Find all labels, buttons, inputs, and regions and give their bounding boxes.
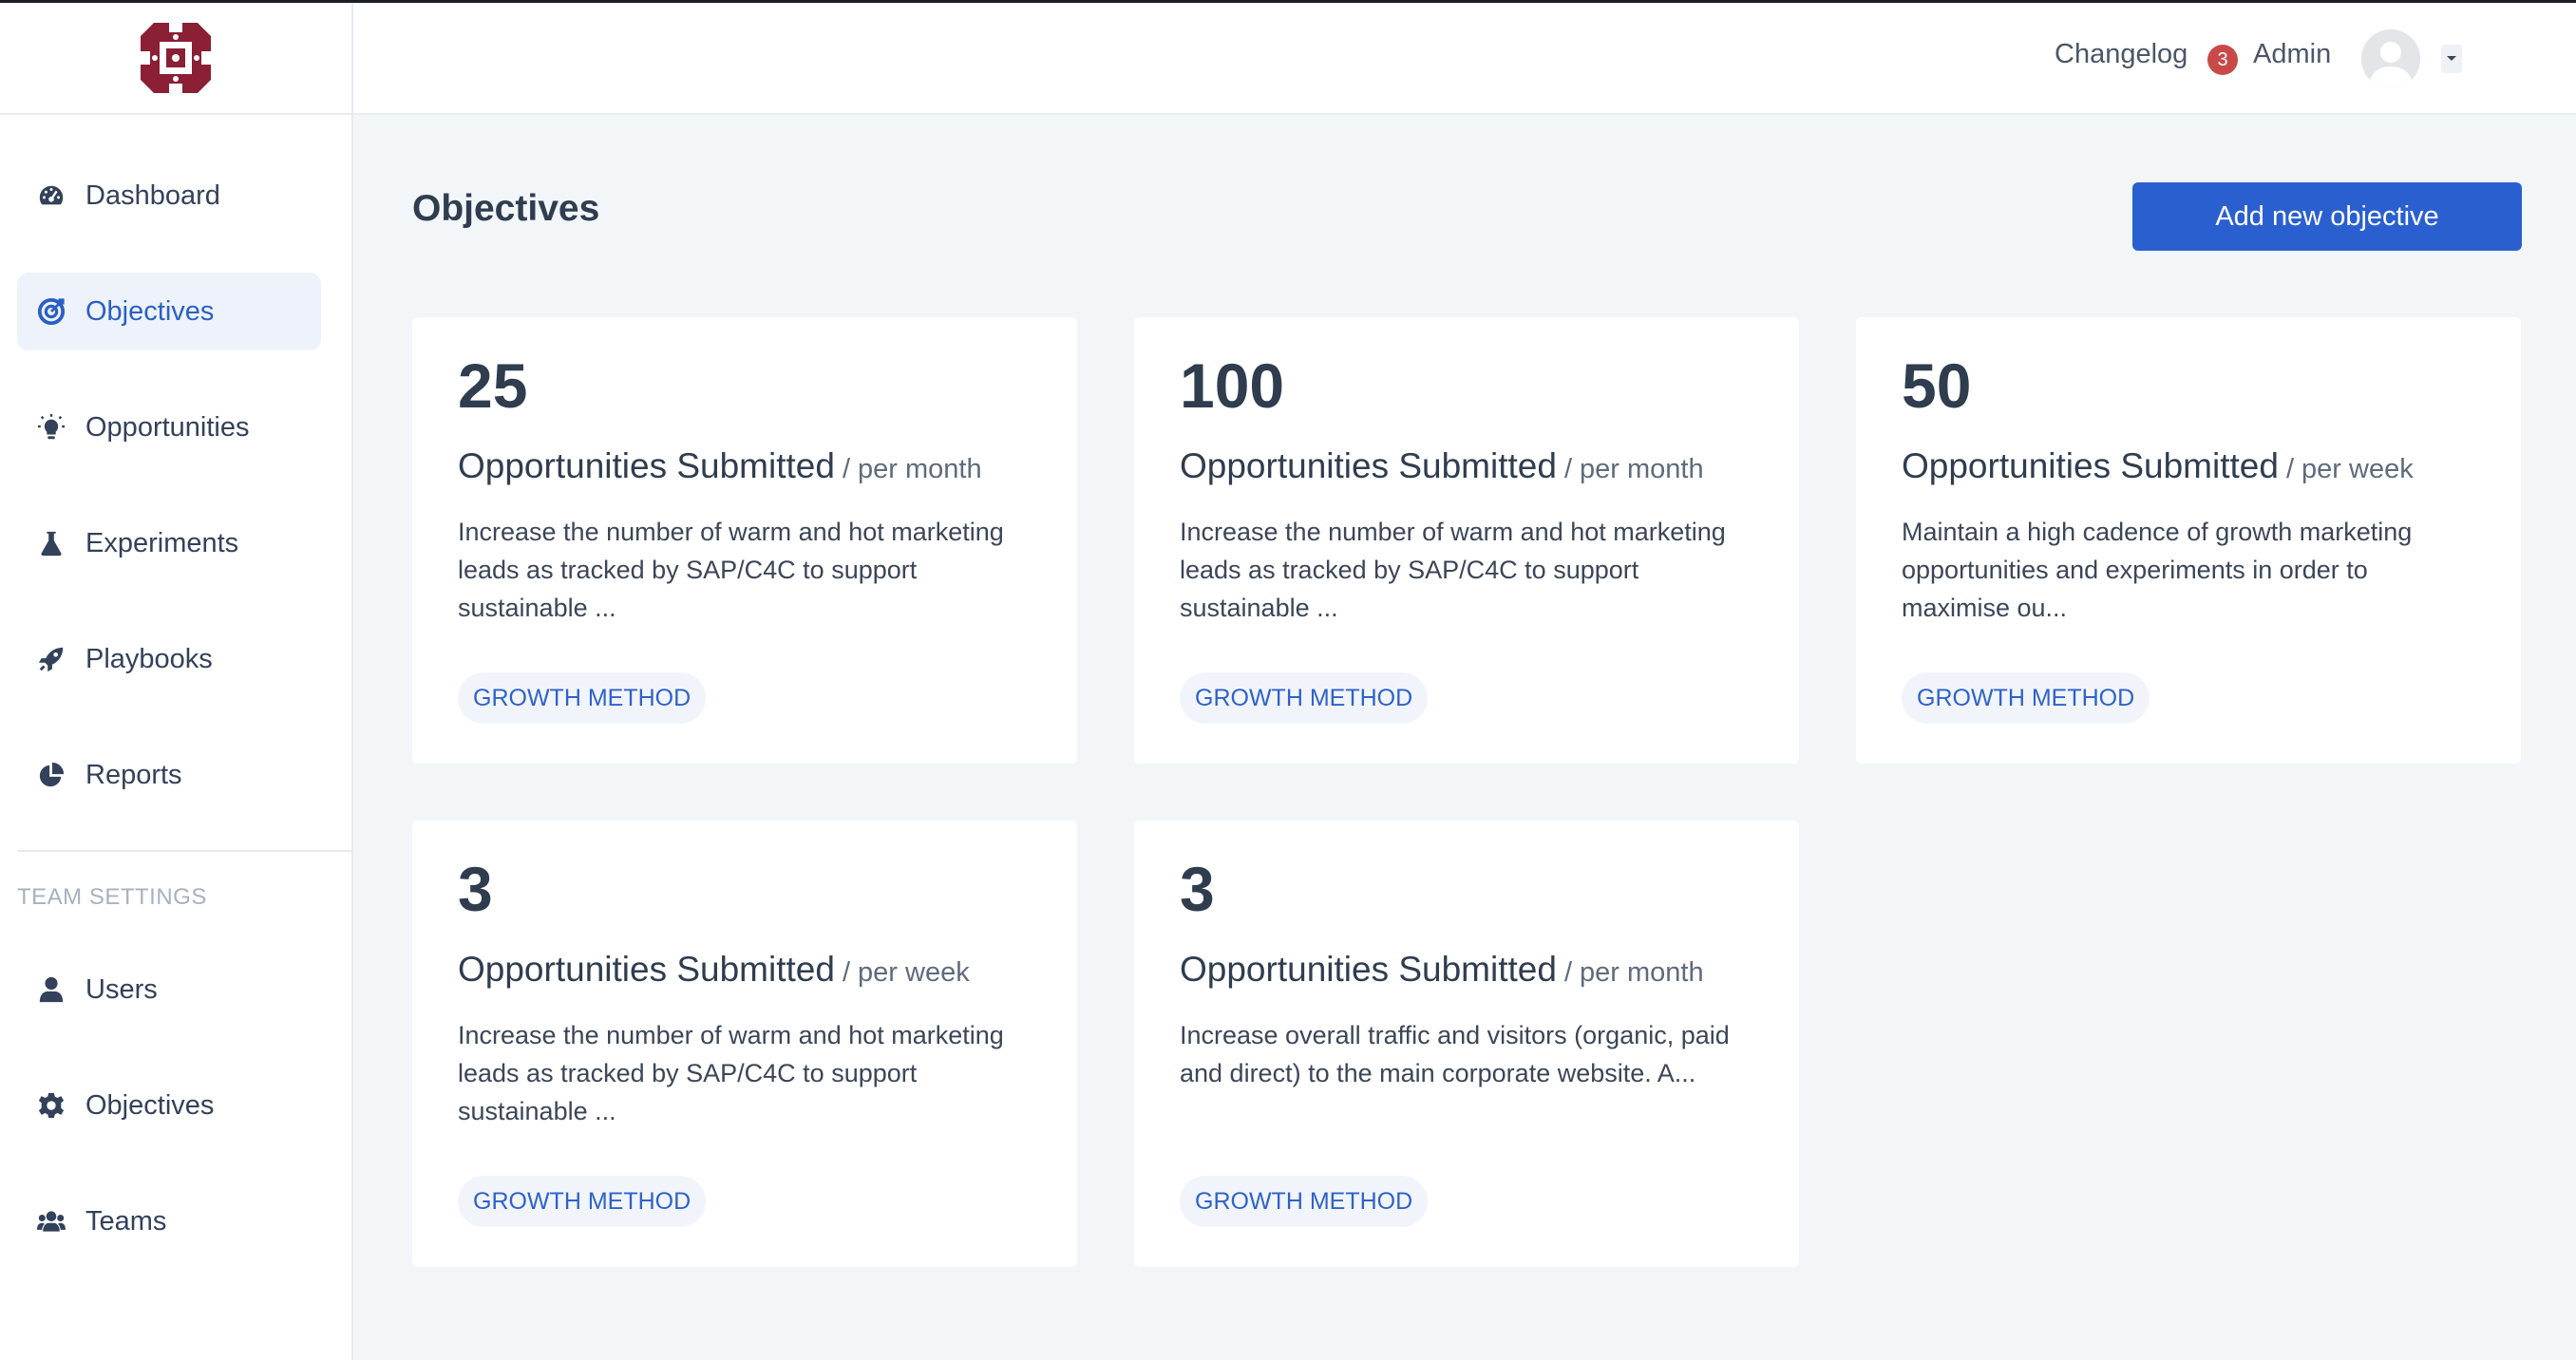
sidebar: Dashboard Objectives Opportunities Exper… bbox=[0, 3, 353, 1360]
changelog-badge[interactable]: 3 bbox=[2207, 45, 2238, 75]
sidebar-item-label: Opportunities bbox=[85, 411, 250, 443]
sidebar-item-label: Users bbox=[85, 973, 158, 1005]
add-objective-button[interactable]: Add new objective bbox=[2132, 182, 2522, 251]
avatar[interactable] bbox=[2361, 29, 2420, 88]
metric-period: / per week bbox=[2285, 454, 2414, 484]
objective-description: Increase the number of warm and hot mark… bbox=[1180, 518, 1726, 622]
objective-tag[interactable]: GROWTH METHOD bbox=[458, 1176, 707, 1227]
objective-card[interactable]: 3 Opportunities Submitted / per week Incr… bbox=[412, 821, 1077, 1267]
sidebar-item-dashboard[interactable]: Dashboard bbox=[17, 157, 321, 235]
objective-target-value: 25 bbox=[458, 350, 528, 421]
lightbulb-icon bbox=[36, 412, 66, 443]
objective-target-value: 100 bbox=[1180, 350, 1285, 421]
objective-card[interactable]: 100 Opportunities Submitted / per month I… bbox=[1134, 317, 1799, 764]
user-name[interactable]: Admin bbox=[2253, 39, 2331, 70]
changelog-link[interactable]: Changelog bbox=[2055, 39, 2188, 70]
logo-area bbox=[0, 3, 351, 115]
sidebar-divider bbox=[17, 850, 353, 852]
metric-name: Opportunities Submitted bbox=[1180, 446, 1557, 485]
sidebar-item-label: Dashboard bbox=[85, 179, 220, 211]
objective-metric: Opportunities Submitted / per week bbox=[1902, 446, 2414, 486]
flask-icon bbox=[36, 528, 66, 558]
sidebar-item-label: Reports bbox=[85, 759, 182, 790]
objective-metric: Opportunities Submitted / per month bbox=[1180, 950, 1704, 990]
objective-description: Increase the number of warm and hot mark… bbox=[458, 518, 1004, 622]
metric-period: / per month bbox=[842, 454, 982, 484]
pie-chart-icon bbox=[36, 760, 66, 790]
dashboard-icon bbox=[36, 180, 66, 211]
metric-name: Opportunities Submitted bbox=[458, 446, 835, 485]
sidebar-item-users[interactable]: Users bbox=[17, 951, 321, 1029]
sidebar-item-opportunities[interactable]: Opportunities bbox=[17, 388, 321, 466]
sidebar-item-label: Objectives bbox=[85, 1089, 215, 1121]
users-icon bbox=[36, 1206, 66, 1237]
objective-description: Maintain a high cadence of growth market… bbox=[1902, 518, 2413, 622]
metric-period: / per month bbox=[1563, 454, 1704, 484]
sidebar-item-label: Playbooks bbox=[85, 643, 213, 674]
objective-metric: Opportunities Submitted / per month bbox=[1180, 446, 1704, 486]
metric-period: / per month bbox=[1563, 957, 1704, 988]
objective-metric: Opportunities Submitted / per week bbox=[458, 950, 970, 990]
objective-description: Increase overall traffic and visitors (o… bbox=[1180, 1021, 1730, 1087]
objective-tag[interactable]: GROWTH METHOD bbox=[458, 672, 707, 724]
target-icon bbox=[36, 296, 66, 327]
metric-name: Opportunities Submitted bbox=[1180, 950, 1557, 989]
sidebar-item-settings-objectives[interactable]: Objectives bbox=[17, 1067, 321, 1144]
objective-card[interactable]: 50 Opportunities Submitted / per week Mai… bbox=[1856, 317, 2521, 764]
gear-icon bbox=[36, 1090, 66, 1121]
chevron-down-icon bbox=[2447, 56, 2456, 61]
sidebar-item-label: Experiments bbox=[85, 527, 239, 558]
objective-target-value: 3 bbox=[458, 854, 493, 924]
sidebar-item-reports[interactable]: Reports bbox=[17, 736, 321, 814]
objective-description: Increase the number of warm and hot mark… bbox=[458, 1021, 1004, 1125]
user-menu-dropdown[interactable] bbox=[2441, 45, 2462, 73]
team-settings-heading: TEAM SETTINGS bbox=[17, 884, 207, 910]
objective-tag[interactable]: GROWTH METHOD bbox=[1180, 1176, 1429, 1227]
sidebar-item-label: Objectives bbox=[85, 295, 215, 327]
objective-card[interactable]: 3 Opportunities Submitted / per month Inc… bbox=[1134, 821, 1799, 1267]
objective-card[interactable]: 25 Opportunities Submitted / per month In… bbox=[412, 317, 1077, 764]
sidebar-item-label: Teams bbox=[85, 1205, 167, 1237]
metric-name: Opportunities Submitted bbox=[1902, 446, 2279, 485]
objective-tag[interactable]: GROWTH METHOD bbox=[1902, 672, 2150, 724]
sidebar-item-playbooks[interactable]: Playbooks bbox=[17, 620, 321, 698]
rocket-icon bbox=[36, 644, 66, 674]
sidebar-item-objectives[interactable]: Objectives bbox=[17, 273, 321, 350]
brand-logo[interactable] bbox=[141, 23, 211, 93]
metric-period: / per week bbox=[842, 957, 970, 988]
sidebar-item-experiments[interactable]: Experiments bbox=[17, 504, 321, 582]
user-icon bbox=[36, 974, 66, 1005]
top-header: Changelog 3 Admin bbox=[353, 3, 2576, 115]
objective-target-value: 3 bbox=[1180, 854, 1215, 924]
metric-name: Opportunities Submitted bbox=[458, 950, 835, 989]
objective-target-value: 50 bbox=[1902, 350, 1972, 421]
page-title: Objectives bbox=[412, 188, 600, 229]
objective-metric: Opportunities Submitted / per month bbox=[458, 446, 982, 486]
sidebar-item-teams[interactable]: Teams bbox=[17, 1182, 321, 1260]
objective-tag[interactable]: GROWTH METHOD bbox=[1180, 672, 1429, 724]
